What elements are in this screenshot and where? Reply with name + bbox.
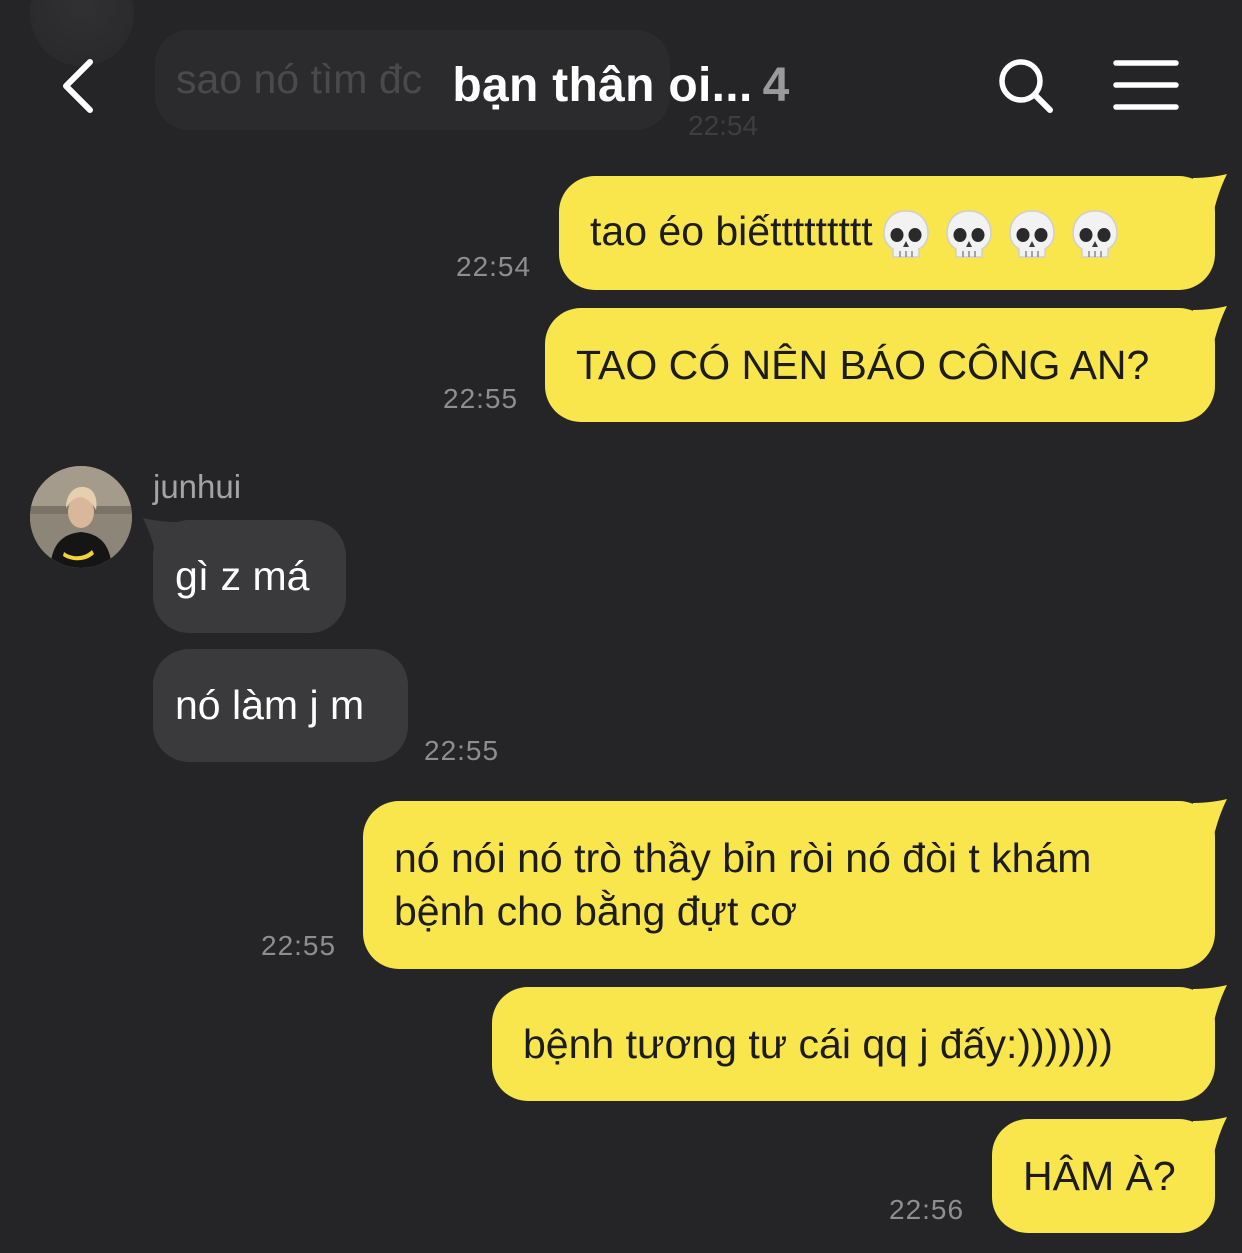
message-time: 22:56 — [889, 1194, 965, 1225]
avatar[interactable] — [30, 466, 132, 568]
chat-screen: sao nó tìm đc 22:54 bạn thân oi... 4 22:5… — [0, 0, 1242, 1253]
member-count: 4 — [762, 59, 790, 112]
sender-name: junhui — [153, 468, 242, 505]
message-time: 22:54 — [456, 251, 532, 282]
chat-title-text: bạn thân oi... — [452, 59, 753, 112]
message-text: nó làm j m — [175, 682, 365, 728]
faded-message-time: 22:54 — [688, 110, 759, 141]
skull-emoji-group — [879, 206, 1131, 262]
outgoing-message-bubble[interactable]: HÂM À? — [992, 1117, 1227, 1233]
skull-emoji-icon — [882, 210, 929, 258]
incoming-message-bubble[interactable]: nó làm j m — [153, 649, 408, 762]
skull-emoji-icon — [945, 210, 992, 258]
message-time: 22:55 — [424, 735, 500, 766]
message-text: HÂM À? — [1023, 1153, 1176, 1199]
message-text-line: nó nói nó trò thầy bỉn ròi nó đòi t khám — [394, 835, 1092, 881]
outgoing-message-bubble[interactable]: tao éo biếttttttttt — [559, 174, 1227, 290]
incoming-message-bubble[interactable]: gì z má — [143, 518, 346, 633]
message-text: bệnh tương tư cái qq j đấy:))))))) — [523, 1021, 1113, 1067]
outgoing-message-bubble[interactable]: TAO CÓ NÊN BÁO CÔNG AN? — [545, 306, 1227, 422]
skull-emoji-icon — [1008, 210, 1055, 258]
message-text: tao éo biếttttttttt — [590, 208, 873, 254]
skull-emoji-icon — [1071, 210, 1118, 258]
message-text: gì z má — [175, 553, 310, 599]
hamburger-menu-icon[interactable] — [1112, 58, 1180, 112]
message-time: 22:55 — [261, 930, 337, 961]
outgoing-message-bubble[interactable]: bệnh tương tư cái qq j đấy:))))))) — [492, 985, 1227, 1101]
search-icon[interactable] — [996, 56, 1056, 116]
outgoing-message-bubble[interactable]: nó nói nó trò thầy bỉn ròi nó đòi t khám… — [363, 799, 1227, 969]
message-time: 22:55 — [443, 383, 519, 414]
message-text-line: bệnh cho bằng đựt cơ — [394, 888, 798, 934]
message-text: TAO CÓ NÊN BÁO CÔNG AN? — [576, 342, 1150, 388]
